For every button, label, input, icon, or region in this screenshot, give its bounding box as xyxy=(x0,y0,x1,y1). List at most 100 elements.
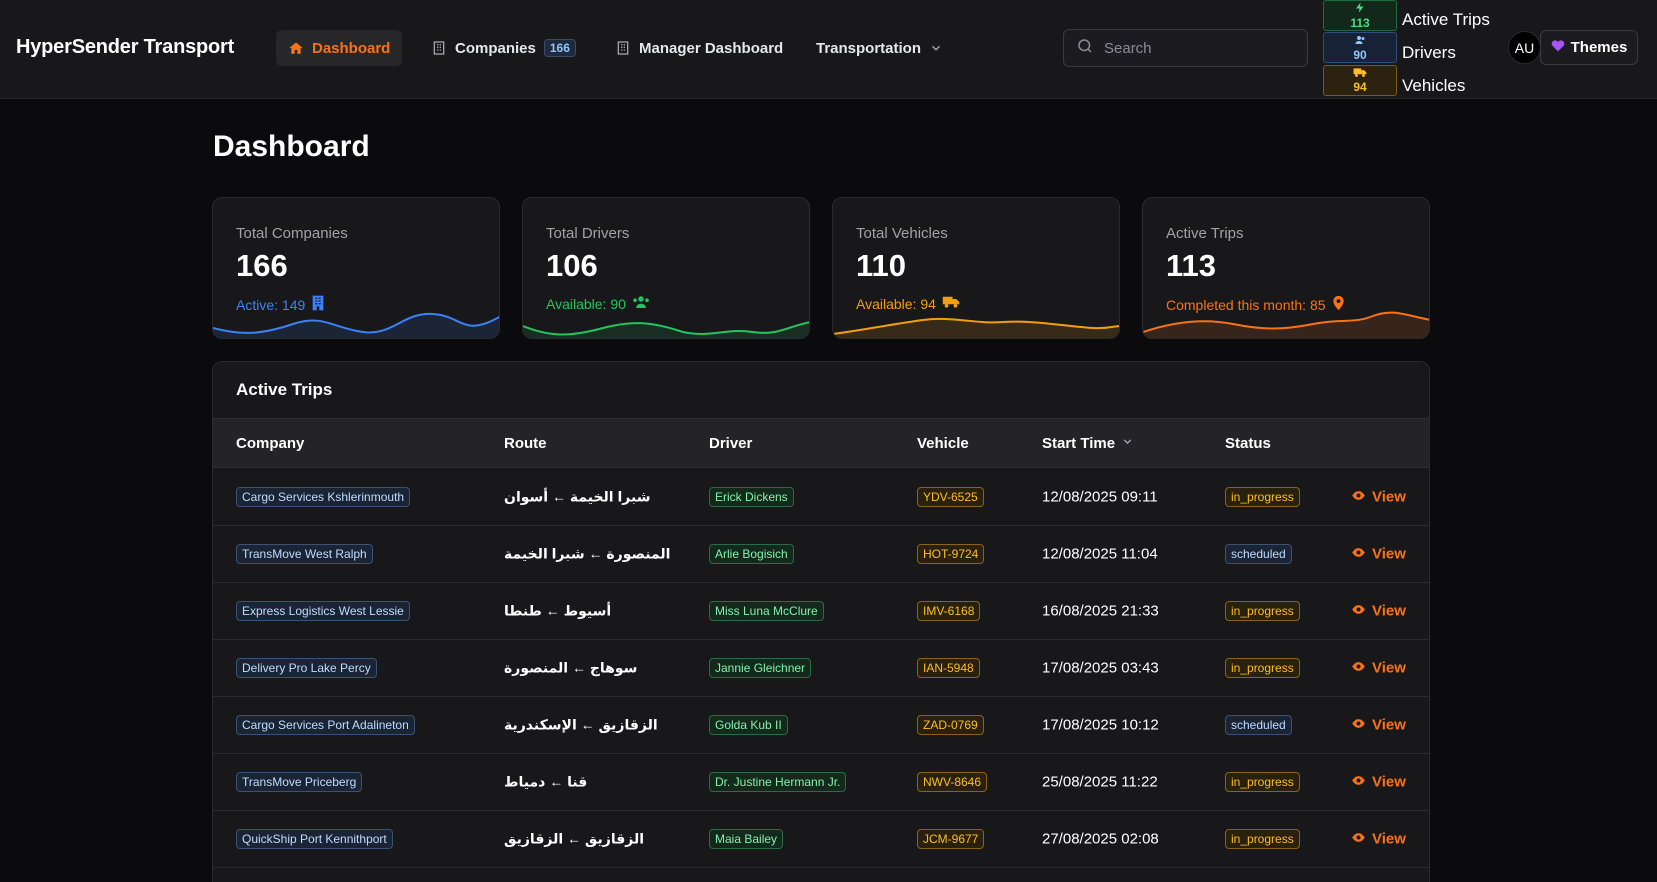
column-header-start-time-label: Start Time xyxy=(1042,435,1116,452)
vehicle-tag[interactable]: YDV-6525 xyxy=(917,487,984,507)
vehicle-tag[interactable]: NWV-8646 xyxy=(917,772,988,792)
vehicle-tag[interactable]: IAN-5948 xyxy=(917,658,980,678)
view-label: View xyxy=(1372,716,1406,734)
route-cell: قنا ← دمياط xyxy=(504,774,587,791)
start-time-cell: 12/08/2025 09:11 xyxy=(1042,488,1158,506)
company-tag[interactable]: TransMove Priceberg xyxy=(236,772,363,792)
view-button[interactable]: View xyxy=(1351,660,1406,677)
start-time-cell: 12/08/2025 11:04 xyxy=(1042,545,1158,563)
user-avatar[interactable]: AU xyxy=(1508,31,1541,64)
view-button[interactable]: View xyxy=(1351,717,1406,734)
column-header-company[interactable]: Company xyxy=(236,435,304,452)
search-box[interactable] xyxy=(1063,29,1308,67)
table-row[interactable]: QuickShip Port Kennithport الزقازيق ← ال… xyxy=(213,811,1429,868)
company-tag[interactable]: Express Logistics West Lessie xyxy=(236,601,410,621)
search-icon xyxy=(1076,37,1094,60)
nav-companies[interactable]: Companies 166 xyxy=(419,30,588,66)
route-cell: الزقازيق ← الزقازيق xyxy=(504,831,644,848)
column-header-driver[interactable]: Driver xyxy=(709,435,752,452)
route-text: أسيوط ← طنطا xyxy=(504,602,612,619)
table-row[interactable]: Cargo Services Kshlerinmouth شبرا الخيمة… xyxy=(213,469,1429,526)
view-button[interactable]: View xyxy=(1351,546,1406,563)
column-header-start-time[interactable]: Start Time xyxy=(1042,435,1134,452)
companies-count-badge: 166 xyxy=(543,39,576,57)
themes-label: Themes xyxy=(1570,39,1628,56)
company-cell: Express Logistics West Lessie xyxy=(236,601,410,621)
driver-cell: Jannie Gleichner xyxy=(709,658,812,678)
company-tag[interactable]: QuickShip Port Kennithport xyxy=(236,829,393,849)
quick-stat-drivers[interactable]: 90 xyxy=(1323,32,1397,63)
vehicle-tag[interactable]: ZAD-0769 xyxy=(917,715,984,735)
chevron-down-icon xyxy=(929,41,943,55)
quick-stat-active-trips[interactable]: 113 xyxy=(1323,0,1397,31)
company-tag[interactable]: Delivery Pro Lake Percy xyxy=(236,658,377,678)
company-cell: TransMove Priceberg xyxy=(236,772,363,792)
driver-cell: Dr. Justine Hermann Jr. xyxy=(709,772,847,792)
driver-tag[interactable]: Maia Bailey xyxy=(709,829,784,849)
status-badge: scheduled xyxy=(1225,715,1292,735)
trend-wave xyxy=(213,312,499,338)
route-text: الزقازيق ← الزقازيق xyxy=(504,830,645,847)
vehicle-cell: NWV-8646 xyxy=(917,772,988,792)
brand-title[interactable]: HyperSender Transport xyxy=(16,36,234,59)
table-row[interactable]: Cargo Services Port Adalineton الزقازيق … xyxy=(213,697,1429,754)
stat-card-active-trips: Active Trips 113 Completed this month: 8… xyxy=(1142,197,1430,339)
status-cell: scheduled xyxy=(1225,715,1292,735)
vehicle-tag[interactable]: JCM-9677 xyxy=(917,829,985,849)
quick-stat-value: 90 xyxy=(1353,47,1367,62)
active-trips-panel: Active Trips Company Route Driver Vehicl… xyxy=(212,361,1430,882)
stat-card-companies: Total Companies 166 Active: 149 xyxy=(212,197,500,339)
route-text: سوهاج ← المنصورة xyxy=(504,659,638,676)
trend-wave xyxy=(1143,311,1429,338)
vehicle-cell: JCM-9677 xyxy=(917,829,985,849)
route-cell: أسيوط ← طنطا xyxy=(504,603,611,620)
start-time-cell: 16/08/2025 21:33 xyxy=(1042,602,1159,620)
vehicle-cell: ZAD-0769 xyxy=(917,715,984,735)
company-cell: Cargo Services Kshlerinmouth xyxy=(236,487,411,507)
vehicle-tag[interactable]: HOT-9724 xyxy=(917,544,985,564)
vehicle-tag[interactable]: IMV-6168 xyxy=(917,601,981,621)
view-button[interactable]: View xyxy=(1351,603,1406,620)
company-tag[interactable]: Cargo Services Kshlerinmouth xyxy=(236,487,411,507)
search-input[interactable] xyxy=(1104,39,1284,57)
column-header-status[interactable]: Status xyxy=(1225,435,1271,452)
company-tag[interactable]: TransMove West Ralph xyxy=(236,544,373,564)
table-row[interactable]: TransMove West Ralph المنصورة ← شبرا الخ… xyxy=(213,526,1429,583)
status-badge: in_progress xyxy=(1225,601,1300,621)
top-navbar: HyperSender Transport Dashboard Companie… xyxy=(0,0,1657,99)
column-header-vehicle[interactable]: Vehicle xyxy=(917,435,969,452)
driver-cell: Maia Bailey xyxy=(709,829,784,849)
company-tag[interactable]: Cargo Services Port Adalineton xyxy=(236,715,415,735)
driver-tag[interactable]: Dr. Justine Hermann Jr. xyxy=(709,772,847,792)
nav-dashboard[interactable]: Dashboard xyxy=(276,30,403,66)
table-row[interactable]: TransMove Priceberg قنا ← دمياط Dr. Just… xyxy=(213,754,1429,811)
route-text: الزقازيق ← الإسكندرية xyxy=(504,716,658,733)
table-row[interactable]: Delivery Pro Lake Percy سوهاج ← المنصورة… xyxy=(213,640,1429,697)
driver-tag[interactable]: Miss Luna McClure xyxy=(709,601,824,621)
view-button[interactable]: View xyxy=(1351,774,1406,791)
view-button[interactable]: View xyxy=(1351,489,1406,506)
nav-transportation-dropdown[interactable]: Transportation xyxy=(804,30,955,66)
quick-stat-vehicles[interactable]: 94 xyxy=(1323,65,1397,96)
vehicle-cell: IMV-6168 xyxy=(917,601,981,621)
route-cell: المنصورة ← شبرا الخيمة xyxy=(504,546,670,563)
vehicle-cell: IAN-5948 xyxy=(917,658,980,678)
themes-button[interactable]: Themes xyxy=(1540,30,1638,65)
driver-tag[interactable]: Erick Dickens xyxy=(709,487,794,507)
nav-manager-dashboard[interactable]: Manager Dashboard xyxy=(603,30,795,66)
status-badge: in_progress xyxy=(1225,772,1300,792)
table-row[interactable]: Express Logistics West Lessie أسيوط ← طن… xyxy=(213,583,1429,640)
eye-icon xyxy=(1351,831,1366,848)
column-header-route[interactable]: Route xyxy=(504,435,547,452)
view-button[interactable]: View xyxy=(1351,831,1406,848)
nav-dashboard-label: Dashboard xyxy=(312,39,391,57)
driver-cell: Arlie Bogisich xyxy=(709,544,794,564)
driver-tag[interactable]: Jannie Gleichner xyxy=(709,658,812,678)
quick-stat-label: Drivers xyxy=(1402,43,1456,62)
driver-tag[interactable]: Golda Kub II xyxy=(709,715,788,735)
nav-transportation-label: Transportation xyxy=(816,39,922,57)
stat-card-value: 113 xyxy=(1166,248,1217,283)
driver-tag[interactable]: Arlie Bogisich xyxy=(709,544,794,564)
start-time-cell: 17/08/2025 03:43 xyxy=(1042,659,1159,677)
status-cell: in_progress xyxy=(1225,772,1300,792)
